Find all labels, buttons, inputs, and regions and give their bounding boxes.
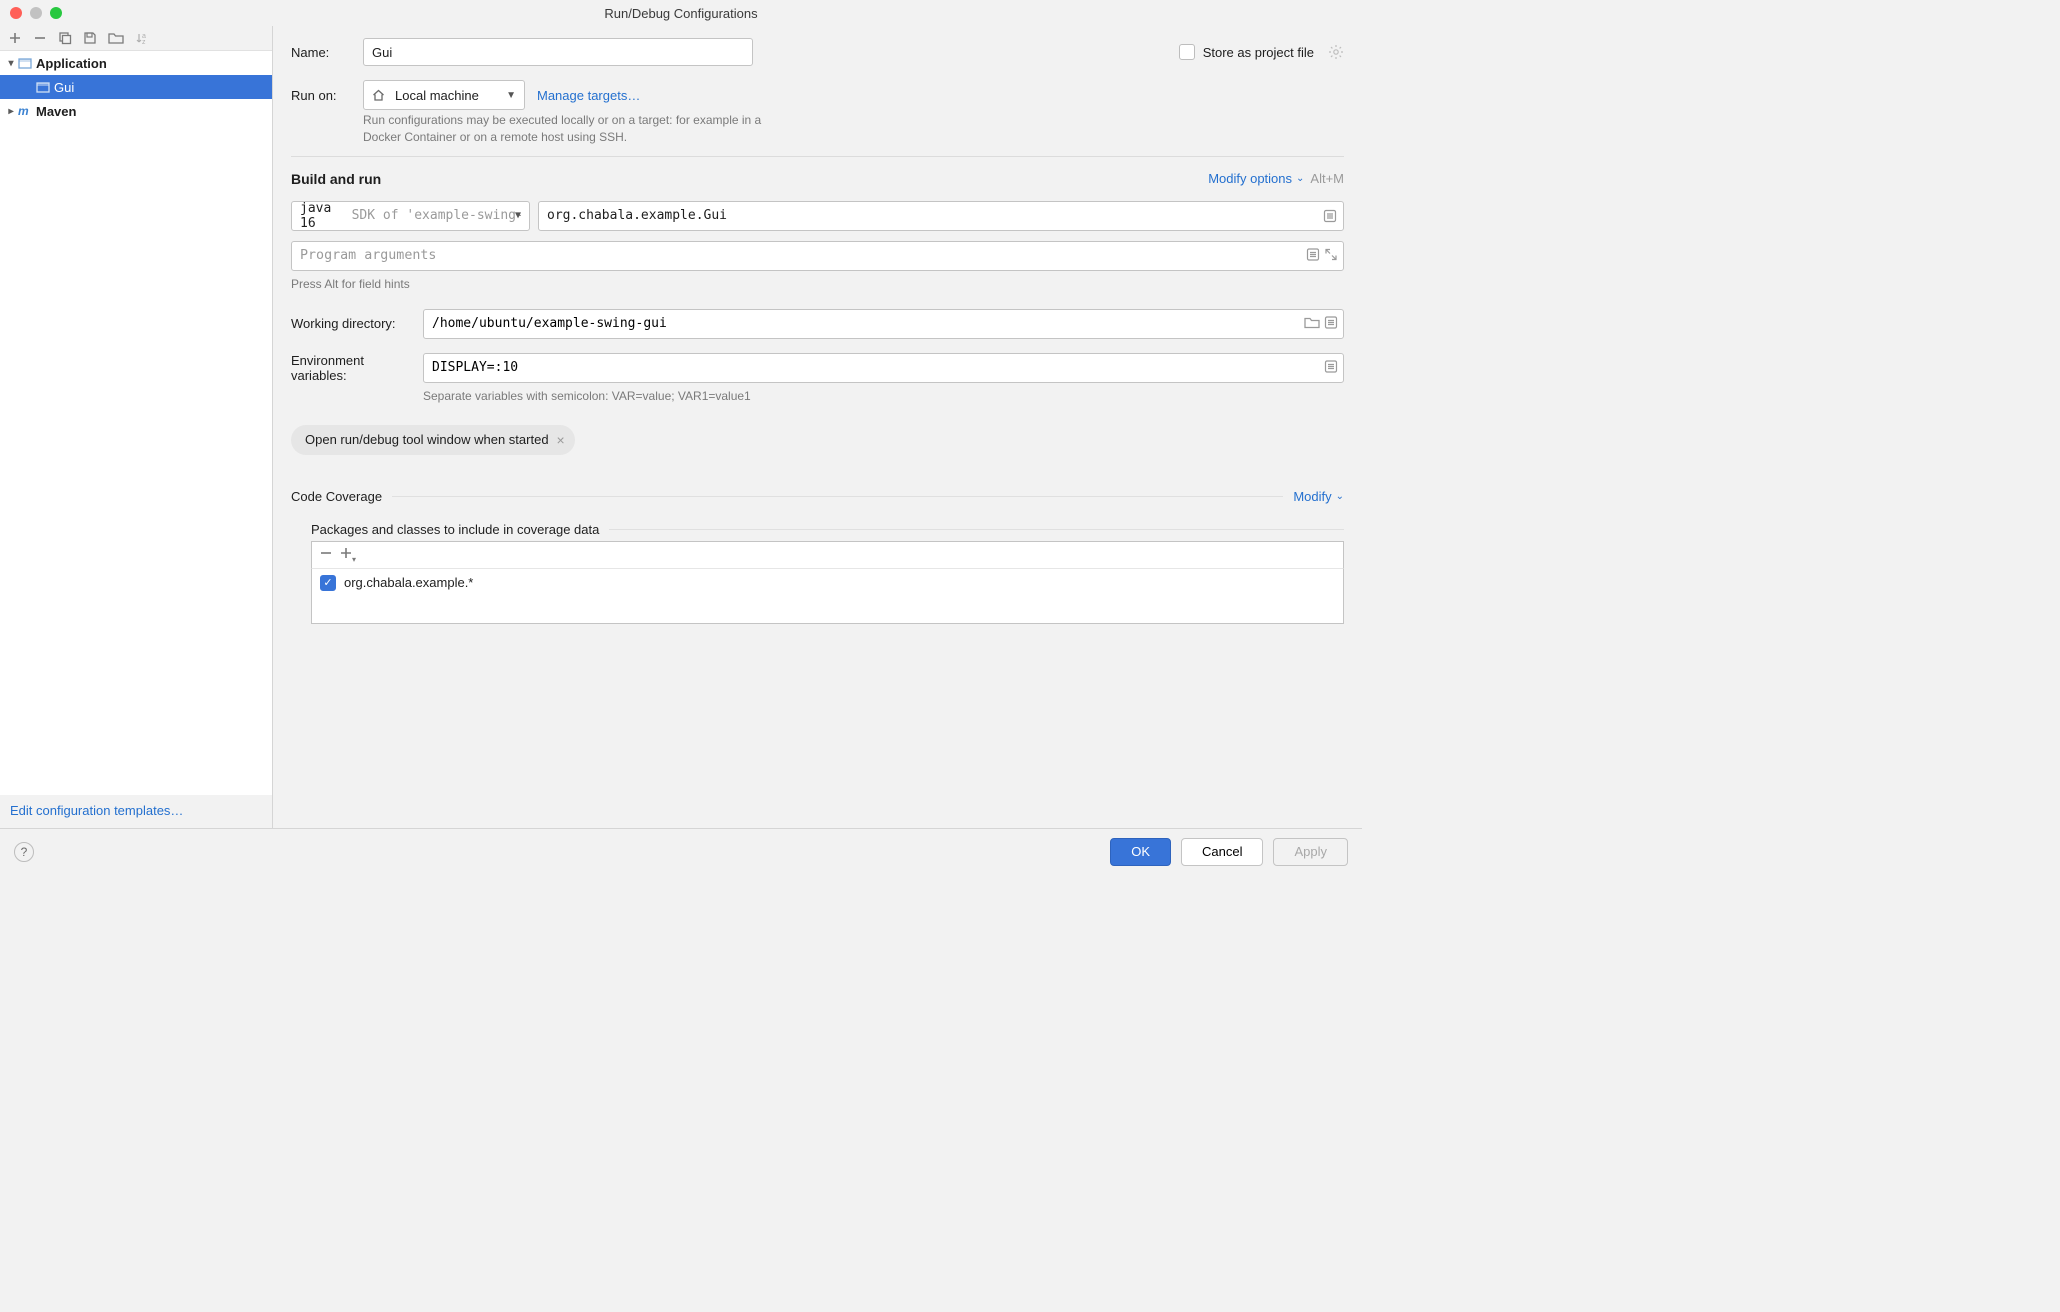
coverage-toolbar: ▾ [311,541,1344,569]
tree-node-label: Maven [36,104,76,119]
field-hints-label: Press Alt for field hints [291,277,1344,291]
coverage-package-label: org.chabala.example.* [344,575,473,590]
close-icon[interactable]: × [557,432,565,448]
separator [609,529,1344,530]
name-input[interactable] [363,38,753,66]
working-directory-label: Working directory: [291,316,423,331]
list-icon[interactable] [1306,247,1320,264]
packages-title: Packages and classes to include in cover… [311,522,599,537]
env-vars-hint: Separate variables with semicolon: VAR=v… [423,389,1344,403]
apply-button: Apply [1273,838,1348,866]
run-on-select[interactable]: Local machine ▼ [363,80,525,110]
cancel-button[interactable]: Cancel [1181,838,1263,866]
sort-icon[interactable]: az [135,31,149,45]
add-icon[interactable]: ▾ [340,547,352,562]
copy-icon[interactable] [58,31,72,45]
store-as-project-label: Store as project file [1203,45,1314,60]
folder-icon[interactable] [1304,315,1320,332]
list-icon[interactable] [1324,359,1338,376]
tree-node-maven[interactable]: ▸ m Maven [0,99,272,123]
main-panel: Name: Store as project file Run on: Loca… [273,26,1362,828]
application-icon [18,56,32,70]
program-arguments-input[interactable] [291,241,1344,271]
modify-label: Modify [1293,489,1331,504]
option-chip[interactable]: Open run/debug tool window when started … [291,425,575,455]
jre-suffix: SDK of 'example-swing-gui' [352,208,521,223]
home-icon [372,89,385,102]
tree-node-label: Application [36,56,107,71]
chevron-down-icon: ▼ [515,210,521,221]
chevron-down-icon: ⌄ [1336,491,1344,502]
ok-button[interactable]: OK [1110,838,1171,866]
coverage-list: ✓ org.chabala.example.* [311,569,1344,624]
name-label: Name: [291,45,363,60]
titlebar: Run/Debug Configurations [0,0,1362,26]
modify-link[interactable]: Modify ⌄ [1293,489,1344,504]
modify-options-link[interactable]: Modify options ⌄ [1208,171,1304,186]
working-directory-input[interactable] [423,309,1344,339]
application-icon [36,80,50,94]
expand-icon[interactable] [1324,247,1338,264]
env-vars-input[interactable] [423,353,1344,383]
env-vars-label: Environment variables: [291,353,423,383]
main-class-value: org.chabala.example.Gui [547,208,727,223]
coverage-checkbox[interactable]: ✓ [320,575,336,591]
store-as-project-checkbox[interactable] [1179,44,1195,60]
coverage-row[interactable]: ✓ org.chabala.example.* [312,569,1343,597]
modify-options-label: Modify options [1208,171,1292,186]
run-on-value: Local machine [395,88,479,103]
configuration-tree: ▾ Application Gui ▸ m Maven [0,50,272,795]
window-title: Run/Debug Configurations [0,6,1362,21]
separator [392,496,1283,497]
jre-value: java 16 [300,201,346,231]
chevron-down-icon: ⌄ [1296,173,1304,184]
chevron-down-icon[interactable]: ▾ [4,58,18,69]
tree-node-label: Gui [54,80,74,95]
modify-options-shortcut: Alt+M [1310,171,1344,186]
add-icon[interactable] [8,31,22,45]
run-on-label: Run on: [291,88,363,103]
svg-text:z: z [142,39,146,45]
help-icon[interactable]: ? [14,842,34,862]
sidebar-toolbar: az [0,26,272,50]
main-class-input[interactable]: org.chabala.example.Gui [538,201,1344,231]
jre-select[interactable]: java 16 SDK of 'example-swing-gui' ▼ [291,201,530,231]
chevron-down-icon: ▼ [506,90,516,101]
gear-icon[interactable] [1328,44,1344,60]
tree-node-application[interactable]: ▾ Application [0,51,272,75]
manage-targets-link[interactable]: Manage targets… [537,88,640,103]
list-icon[interactable] [1324,315,1338,332]
remove-icon[interactable] [320,547,332,562]
chevron-right-icon[interactable]: ▸ [4,106,18,117]
remove-icon[interactable] [33,31,47,45]
dialog-footer: ? OK Cancel Apply [0,828,1362,874]
run-on-hint: Run configurations may be executed local… [363,112,783,146]
option-chip-label: Open run/debug tool window when started [305,432,549,447]
sidebar: az ▾ Application Gui ▸ m Maven Edit conf… [0,26,273,828]
separator [291,156,1344,157]
build-and-run-title: Build and run [291,171,381,187]
save-icon[interactable] [83,31,97,45]
edit-templates-link[interactable]: Edit configuration templates… [0,795,272,828]
list-icon[interactable] [1323,209,1337,223]
tree-node-gui[interactable]: Gui [0,75,272,99]
maven-icon: m [18,104,32,118]
folder-icon[interactable] [108,31,124,45]
code-coverage-title: Code Coverage [291,489,382,504]
